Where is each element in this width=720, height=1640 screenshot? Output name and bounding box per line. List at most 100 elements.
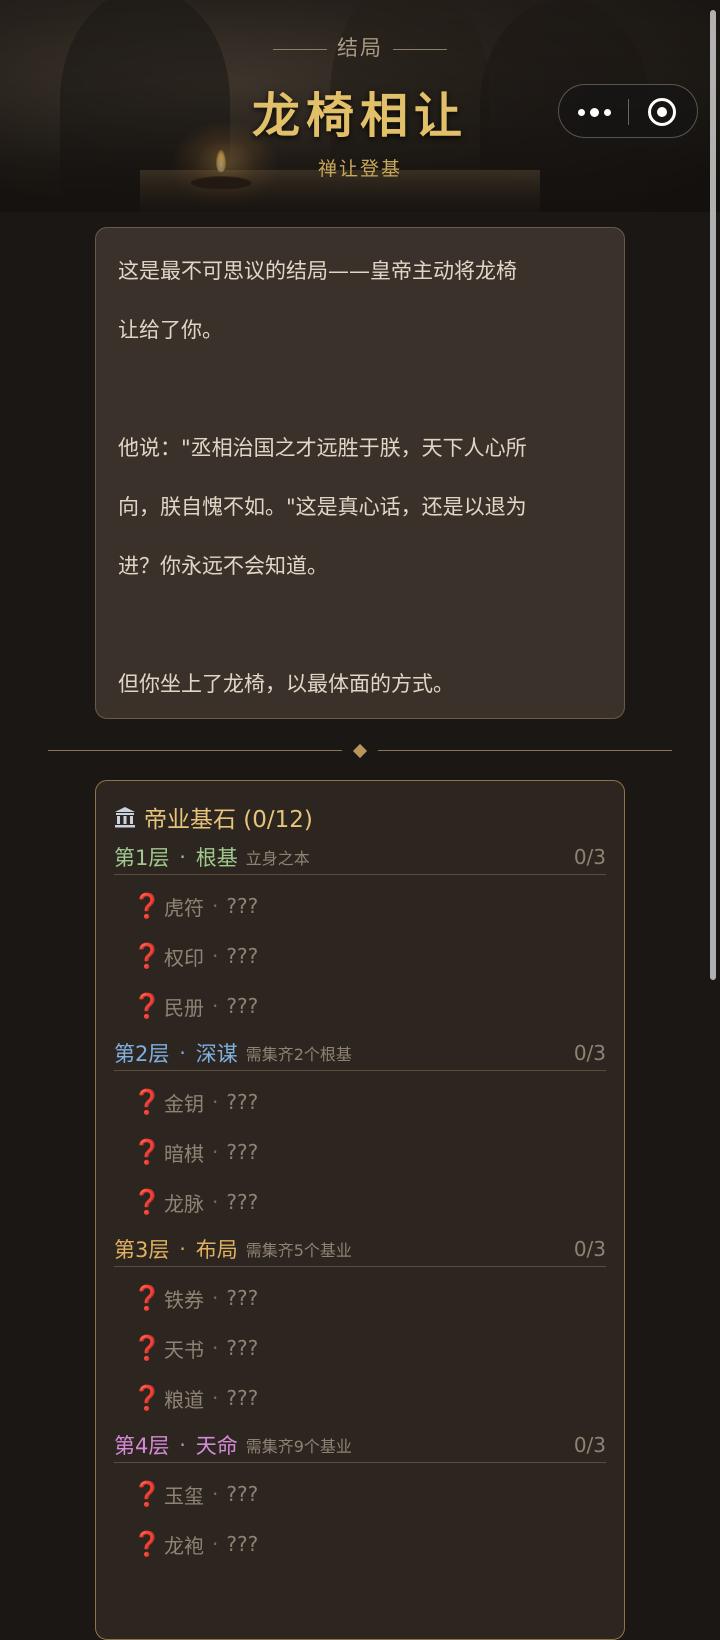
tier-name: 天命 (195, 1433, 238, 1458)
tier-header: 第3层 · 布局 需集齐5个基业 0/3 (114, 1231, 606, 1267)
tier-header: 第4层 · 天命 需集齐9个基业 0/3 (114, 1427, 606, 1463)
question-mark-icon: ❓ (132, 942, 162, 970)
item-name: 民册 (164, 995, 204, 1020)
tier-requirement: 需集齐5个基业 (245, 1240, 352, 1260)
tier-items: ❓ 铁券 ·??? ❓ 天书 ·??? ❓ 粮道 ·??? (114, 1267, 606, 1427)
tier-level: 第1层 (114, 845, 170, 870)
question-mark-icon: ❓ (132, 1384, 162, 1412)
question-mark-icon: ❓ (132, 1480, 162, 1508)
diamond-ornament-icon (352, 743, 368, 759)
item-name: 铁券 (164, 1287, 204, 1312)
tier-header: 第2层 · 深谋 需集齐2个根基 0/3 (114, 1035, 606, 1071)
item-separator: · (212, 1090, 219, 1114)
tier-section: 第3层 · 布局 需集齐5个基业 0/3 ❓ 铁券 ·??? ❓ 天书 ·??? ❓ 粮道 ·??? (114, 1231, 606, 1427)
locked-item[interactable]: ❓ 铁券 ·??? (114, 1273, 606, 1323)
item-desc: ??? (226, 1286, 259, 1310)
tier-header: 第1层 · 根基 立身之本 0/3 (114, 839, 606, 875)
locked-item[interactable]: ❓ 金钥 ·??? (114, 1077, 606, 1127)
tier-requirement: 立身之本 (245, 848, 310, 868)
kicker-line-left (273, 48, 327, 50)
tier-level: 第4层 (114, 1433, 170, 1458)
item-name: 虎符 (164, 895, 204, 920)
question-mark-icon: ❓ (132, 1138, 162, 1166)
locked-item[interactable]: ❓ 民册 ·??? (114, 981, 606, 1031)
item-separator: · (212, 1336, 219, 1360)
item-separator: · (212, 894, 219, 918)
tier-requirement: 需集齐2个根基 (245, 1044, 352, 1064)
ending-kicker: 结局 (0, 32, 720, 62)
tier-level: 第2层 (114, 1041, 170, 1066)
close-target-icon[interactable] (627, 85, 697, 139)
story-line: 让给了你。 (118, 318, 223, 342)
tier-separator: · (179, 844, 186, 869)
item-name: 暗棋 (164, 1141, 204, 1166)
locked-item[interactable]: ❓ 龙袍 ·??? (114, 1519, 606, 1569)
question-mark-icon: ❓ (132, 1530, 162, 1558)
more-dots-icon[interactable] (559, 85, 629, 139)
story-line (118, 360, 602, 419)
item-name: 天书 (164, 1337, 204, 1362)
item-separator: · (212, 1190, 219, 1214)
tier-count: 0/3 (573, 1237, 606, 1261)
tier-count: 0/3 (573, 1433, 606, 1457)
collection-title: 帝业基石 (0/12) (114, 801, 606, 833)
item-desc: ??? (226, 1386, 259, 1410)
locked-item[interactable]: ❓ 权印 ·??? (114, 931, 606, 981)
collection-panel: 帝业基石 (0/12) 第1层 · 根基 立身之本 0/3 ❓ 虎符 ·??? ❓ 权印 ·??? ❓… (95, 780, 625, 1640)
question-mark-icon: ❓ (132, 1088, 162, 1116)
question-mark-icon: ❓ (132, 1334, 162, 1362)
tier-separator: · (179, 1236, 186, 1261)
story-line: 这是最不可思议的结局——皇帝主动将龙椅 (118, 259, 517, 283)
kicker-label: 结局 (337, 36, 383, 60)
story-card: 这是最不可思议的结局——皇帝主动将龙椅 让给了你。 他说："丞相治国之才远胜于朕，天… (95, 227, 625, 719)
tier-items: ❓ 金钥 ·??? ❓ 暗棋 ·??? ❓ 龙脉 ·??? (114, 1071, 606, 1231)
item-separator: · (212, 994, 219, 1018)
item-name: 龙脉 (164, 1191, 204, 1216)
kicker-line-right (393, 48, 447, 50)
header-banner: 结局 龙椅相让 禅让登基 (0, 0, 720, 212)
item-desc: ??? (226, 1482, 259, 1506)
locked-item[interactable]: ❓ 玉玺 ·??? (114, 1469, 606, 1519)
scrollbar[interactable] (710, 10, 716, 980)
bank-icon (114, 806, 136, 828)
item-desc: ??? (226, 944, 259, 968)
section-divider (48, 743, 672, 759)
tier-section: 第4层 · 天命 需集齐9个基业 0/3 ❓ 玉玺 ·??? ❓ 龙袍 ·??? (114, 1427, 606, 1573)
locked-item[interactable]: ❓ 暗棋 ·??? (114, 1127, 606, 1177)
item-separator: · (212, 1482, 219, 1506)
item-desc: ??? (226, 1090, 259, 1114)
item-desc: ??? (226, 1532, 259, 1556)
tier-name: 深谋 (195, 1041, 238, 1066)
tier-separator: · (179, 1040, 186, 1065)
ending-subtitle: 禅让登基 (317, 158, 402, 180)
item-name: 金钥 (164, 1091, 204, 1116)
item-desc: ??? (226, 1336, 259, 1360)
story-line: 但你坐上了龙椅，以最体面的方式。 (118, 672, 454, 696)
item-separator: · (212, 1140, 219, 1164)
locked-item[interactable]: ❓ 龙脉 ·??? (114, 1177, 606, 1227)
tier-list: 第1层 · 根基 立身之本 0/3 ❓ 虎符 ·??? ❓ 权印 ·??? ❓ 民册 ·??? 第2层 · 深谋… (114, 839, 606, 1573)
tier-requirement: 需集齐9个基业 (245, 1436, 352, 1456)
item-separator: · (212, 1532, 219, 1556)
tier-section: 第2层 · 深谋 需集齐2个根基 0/3 ❓ 金钥 ·??? ❓ 暗棋 ·??? ❓ 龙脉 ·??? (114, 1035, 606, 1231)
tier-level: 第3层 (114, 1237, 170, 1262)
question-mark-icon: ❓ (132, 1284, 162, 1312)
item-name: 粮道 (164, 1387, 204, 1412)
item-name: 权印 (164, 945, 204, 970)
item-separator: · (212, 1286, 219, 1310)
item-desc: ??? (226, 994, 259, 1018)
tier-name: 根基 (195, 845, 238, 870)
tier-name: 布局 (195, 1237, 238, 1262)
item-name: 玉玺 (164, 1483, 204, 1508)
item-name: 龙袍 (164, 1533, 204, 1558)
miniprogram-capsule (558, 84, 698, 138)
tier-items: ❓ 虎符 ·??? ❓ 权印 ·??? ❓ 民册 ·??? (114, 875, 606, 1035)
locked-item[interactable]: ❓ 天书 ·??? (114, 1323, 606, 1373)
locked-item[interactable]: ❓ 虎符 ·??? (114, 881, 606, 931)
locked-item[interactable]: ❓ 粮道 ·??? (114, 1373, 606, 1423)
item-desc: ??? (226, 1140, 259, 1164)
item-desc: ??? (226, 1190, 259, 1214)
story-line: 向，朕自愧不如。"这是真心话，还是以退为 (118, 495, 527, 519)
question-mark-icon: ❓ (132, 992, 162, 1020)
item-separator: · (212, 1386, 219, 1410)
